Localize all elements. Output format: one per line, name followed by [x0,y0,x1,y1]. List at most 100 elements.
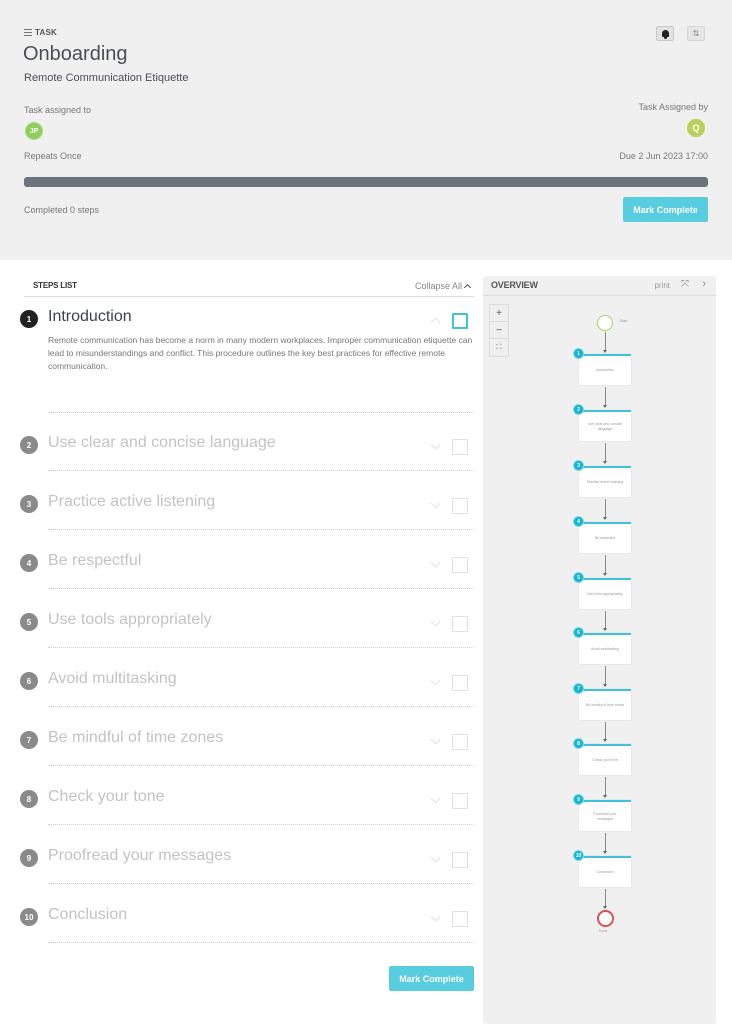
step-number-badge: 9 [20,849,38,867]
chevron-up-icon [463,283,472,292]
flow-connector [605,555,606,574]
collapse-all-button[interactable]: Collapse All [415,281,472,292]
overview-title: OVERVIEW [491,280,538,290]
flow-node[interactable]: Be respectful [579,522,631,553]
page-title: Onboarding [23,43,128,65]
page-subtitle: Remote Communication Etiquette [24,72,189,84]
step-title[interactable]: Practice active listening [48,493,215,511]
step-title[interactable]: Avoid multitasking [48,670,177,688]
chevron-down-icon[interactable] [430,734,441,745]
flow-connector [605,611,606,629]
step-title[interactable]: Use clear and concise language [48,434,276,452]
flow-connector [605,666,606,685]
step-title[interactable]: Conclusion [48,906,127,924]
fit-view-button[interactable]: ⛶ [490,339,508,356]
notifications-button[interactable] [656,26,674,41]
step-divider [48,470,474,471]
repeat-info: Repeats Once [24,151,82,161]
assignee-avatar[interactable]: JP [25,122,43,140]
flow-node-number: 1 [573,348,584,359]
step-divider [48,588,474,589]
sort-button[interactable]: ⇅ [687,26,705,41]
flow-diagram[interactable]: Start Done Introduction 1 Use clear and co… [483,276,716,1024]
step-divider [48,529,474,530]
zoom-controls: + − ⛶ [489,304,509,357]
flow-node-number: 3 [573,460,584,471]
step-checkbox[interactable] [452,498,468,514]
step-title[interactable]: Proofread your messages [48,847,231,865]
step-title[interactable]: Introduction [48,308,132,326]
step-checkbox[interactable] [452,439,468,455]
flow-node[interactable]: Proofread your messages [579,800,631,831]
step-checkbox[interactable] [452,675,468,691]
flow-node[interactable]: Introduction [579,354,631,385]
sort-icon: ⇅ [692,29,700,38]
arrow-down-icon [603,405,607,408]
step-checkbox[interactable] [452,313,468,329]
chevron-right-icon[interactable]: › [702,278,706,290]
step-divider [48,765,474,766]
step-title[interactable]: Be respectful [48,552,141,570]
flow-node[interactable]: Use tools appropriately [579,578,631,609]
step-number-badge: 7 [20,731,38,749]
flow-connector [605,387,606,406]
chevron-down-icon[interactable] [430,498,441,509]
chevron-down-icon[interactable] [430,616,441,627]
due-date: Due 2 Jun 2023 17:00 [619,151,708,161]
step-number-badge: 3 [20,495,38,513]
flow-node[interactable]: Check your tone [579,744,631,775]
arrow-down-icon [603,628,607,631]
flow-node[interactable]: Avoid multitasking [579,633,631,664]
chevron-down-icon[interactable] [430,852,441,863]
list-icon [24,29,32,36]
flow-node[interactable]: Use clear and concise language [579,410,631,441]
mark-complete-button[interactable]: Mark Complete [623,197,708,222]
step-number-badge: 2 [20,436,38,454]
zoom-in-button[interactable]: + [490,305,508,322]
steps-list-header: STEPS LIST Collapse All [24,279,474,297]
step-number-badge: 6 [20,672,38,690]
arrow-down-icon [603,795,607,798]
flow-start-label: Start [620,319,628,323]
flow-connector [605,777,606,796]
flow-node-number: 8 [573,738,584,749]
flow-connector [605,499,606,518]
flow-node-number: 10 [573,850,584,861]
flow-end-label: Done [599,929,608,933]
step-checkbox[interactable] [452,852,468,868]
step-title[interactable]: Use tools appropriately [48,611,212,629]
step-checkbox[interactable] [452,793,468,809]
print-link[interactable]: print [654,281,670,290]
step-number-badge: 8 [20,790,38,808]
flow-node[interactable]: Conclusion [579,856,631,887]
flow-node-number: 5 [573,572,584,583]
chevron-down-icon[interactable] [430,793,441,804]
chevron-up-icon[interactable] [430,317,441,328]
step-checkbox[interactable] [452,734,468,750]
step-divider [48,647,474,648]
mark-complete-bottom-button[interactable]: Mark Complete [389,966,474,991]
flow-connector [605,722,606,740]
task-type-text: TASK [35,28,57,37]
flow-connector [605,889,606,907]
step-title[interactable]: Check your tone [48,788,165,806]
step-number-badge: 1 [20,310,38,328]
flow-node[interactable]: Practice active listening [579,466,631,497]
chevron-down-icon[interactable] [430,557,441,568]
step-checkbox[interactable] [452,557,468,573]
expand-icon[interactable]: ⤧ [681,279,689,290]
step-checkbox[interactable] [452,616,468,632]
zoom-out-button[interactable]: − [490,322,508,339]
flow-node[interactable]: Be mindful of time zones [579,689,631,720]
step-checkbox[interactable] [452,911,468,927]
step-divider [48,412,474,413]
chevron-down-icon[interactable] [430,675,441,686]
arrow-down-icon [603,906,607,909]
chevron-down-icon[interactable] [430,911,441,922]
arrow-down-icon [603,573,607,576]
step-number-badge: 5 [20,613,38,631]
assigner-avatar[interactable]: Q [687,119,705,137]
step-title[interactable]: Be mindful of time zones [48,729,223,747]
flow-end-node [597,910,614,927]
chevron-down-icon[interactable] [430,439,441,450]
